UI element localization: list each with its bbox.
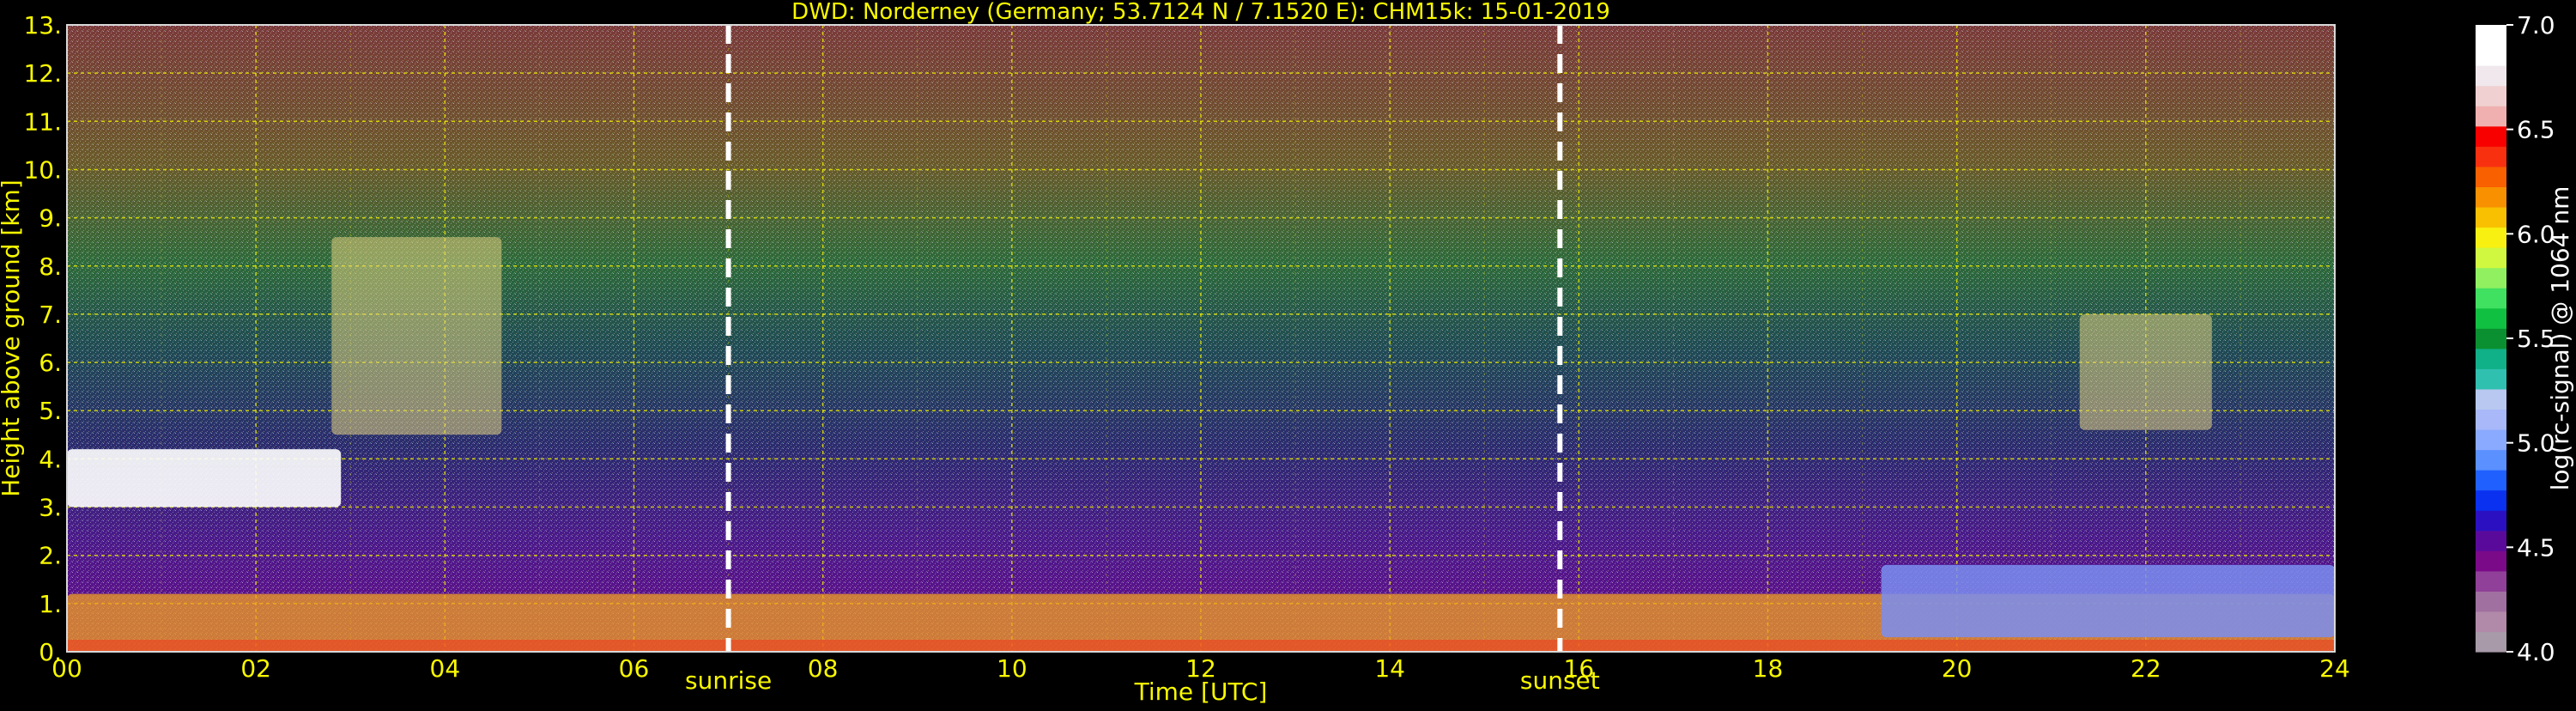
colorbar-swatch	[2476, 631, 2506, 653]
colorbar-swatch	[2476, 227, 2506, 248]
colorbar-swatch	[2476, 106, 2506, 127]
y-tick-label: 3.	[39, 494, 62, 522]
y-tick-label: 8.	[39, 252, 62, 281]
y-tick-label: 7.	[39, 301, 62, 329]
colorbar-swatch	[2476, 489, 2506, 511]
colorbar-swatch	[2476, 570, 2506, 592]
x-tick-label: 02	[240, 654, 271, 683]
x-tick-label: 20	[1942, 654, 1973, 683]
colorbar-swatch	[2476, 166, 2506, 187]
sunset-label: sunset	[1520, 666, 1600, 695]
ground-return	[67, 639, 2335, 652]
colorbar-tick-label: 6.5	[2517, 116, 2555, 144]
colorbar-tick-label: 4.0	[2517, 638, 2555, 666]
colorbar-swatch	[2476, 530, 2506, 551]
colorbar-swatch	[2476, 146, 2506, 167]
colorbar-tick-label: 7.0	[2517, 11, 2555, 40]
colorbar-swatch	[2476, 368, 2506, 390]
colorbar-swatch	[2476, 186, 2506, 208]
colorbar-label: log(rc-signal) @ 1064 nm	[2546, 186, 2574, 491]
feature-cirrus-streaks-2	[331, 237, 502, 435]
x-tick-label: 14	[1374, 654, 1405, 683]
y-tick-label: 10.	[23, 155, 62, 184]
y-tick-label: 4.	[39, 445, 62, 473]
x-tick-label: 04	[430, 654, 461, 683]
colorbar-tick-label: 4.5	[2517, 533, 2555, 562]
y-tick-label: 6.	[39, 349, 62, 377]
colorbar-swatch	[2476, 611, 2506, 633]
x-axis-label: Time [UTC]	[1134, 678, 1268, 706]
colorbar-swatch	[2476, 449, 2506, 471]
y-tick-label: 12.	[23, 59, 62, 88]
x-tick-label: 08	[808, 654, 839, 683]
x-tick-label: 22	[2131, 654, 2161, 683]
colorbar-swatch	[2476, 267, 2506, 289]
y-axis-label: Height above ground [km]	[0, 179, 25, 497]
colorbar-swatch	[2476, 388, 2506, 410]
colorbar-swatch	[2476, 25, 2506, 46]
colorbar-swatch	[2476, 206, 2506, 228]
colorbar-swatch	[2476, 65, 2506, 87]
y-tick-label: 13.	[23, 11, 62, 40]
colorbar-swatch	[2476, 288, 2506, 309]
colorbar-swatch	[2476, 125, 2506, 147]
colorbar-swatch	[2476, 550, 2506, 572]
colorbar-swatch	[2476, 428, 2506, 451]
x-tick-label: 10	[997, 654, 1027, 683]
y-tick-label: 5.	[39, 397, 62, 425]
x-tick-label: 06	[619, 654, 650, 683]
colorbar-swatch	[2476, 591, 2506, 612]
feature-cirrus-streaks-3	[2079, 313, 2212, 430]
colorbar-swatch	[2476, 470, 2506, 491]
y-tick-label: 1.	[39, 590, 62, 618]
ceilometer-figure: 00 02 04 06 08 10 12 14 16 18 20 22 24 0. 1. 2. 3. 4. 5. 6.…	[0, 0, 2576, 708]
ceilometer-chart: 00 02 04 06 08 10 12 14 16 18 20 22 240.1.2.3.4.5.6.…	[0, 0, 2576, 708]
y-tick-label: 2.	[39, 542, 62, 570]
colorbar-swatch	[2476, 307, 2506, 329]
x-tick-label: 24	[2319, 654, 2350, 683]
feature-low-cloud-high-backscatter-0	[67, 449, 342, 507]
colorbar-swatch	[2476, 85, 2506, 106]
y-tick-label: 0.	[39, 638, 62, 666]
feature-low-cloud-layer-4	[1881, 564, 2335, 638]
colorbar-swatch	[2476, 409, 2506, 430]
chart-title: DWD: Norderney (Germany; 53.7124 N / 7.1…	[791, 0, 1610, 25]
colorbar-swatch	[2476, 348, 2506, 369]
colorbar-swatch	[2476, 510, 2506, 532]
colorbar-swatch	[2476, 328, 2506, 349]
x-tick-label: 18	[1753, 654, 1784, 683]
y-tick-label: 11.	[23, 107, 62, 136]
colorbar-swatch	[2476, 45, 2506, 66]
y-tick-label: 9.	[39, 204, 62, 233]
sunrise-label: sunrise	[685, 666, 772, 695]
colorbar-swatch	[2476, 247, 2506, 269]
